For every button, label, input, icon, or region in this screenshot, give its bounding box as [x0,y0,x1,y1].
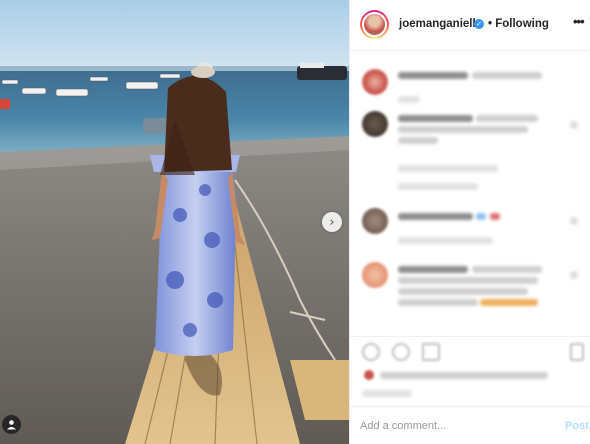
separator-dot: • [488,18,493,30]
post-actions [350,336,590,406]
verified-badge-icon: ✓ [474,19,484,29]
share-icon[interactable] [422,343,440,361]
post-header: joemanganiello ✓ • Following ••• [350,0,590,51]
next-arrow-button[interactable]: › [322,212,342,232]
comments-list [350,51,590,336]
story-ring[interactable] [360,10,389,39]
beach-photo [0,0,349,444]
post-side-panel: joemanganiello ✓ • Following ••• Add a c… [349,0,590,444]
chevron-right-icon: › [329,214,335,230]
add-comment-bar: Post [350,406,590,444]
avatar [362,208,388,234]
post-timestamp [362,390,412,397]
username-link[interactable]: joemanganiello [399,18,483,30]
following-status[interactable]: • Following [488,18,549,30]
post-comment-button[interactable]: Post [565,420,589,432]
post-media[interactable]: › [0,0,349,444]
avatar [362,111,388,137]
avatar [362,262,388,288]
following-label: Following [495,18,549,30]
more-horizontal-icon[interactable]: ••• [573,14,585,29]
user-tag-icon [7,420,16,430]
avatar [364,14,385,35]
user-tag-button[interactable] [2,415,21,434]
heart-icon[interactable] [362,343,380,361]
avatar [362,69,388,95]
likes-summary [380,372,548,379]
comment-icon[interactable] [392,343,410,361]
comment-input[interactable] [360,416,540,436]
bookmark-icon[interactable] [570,343,584,361]
